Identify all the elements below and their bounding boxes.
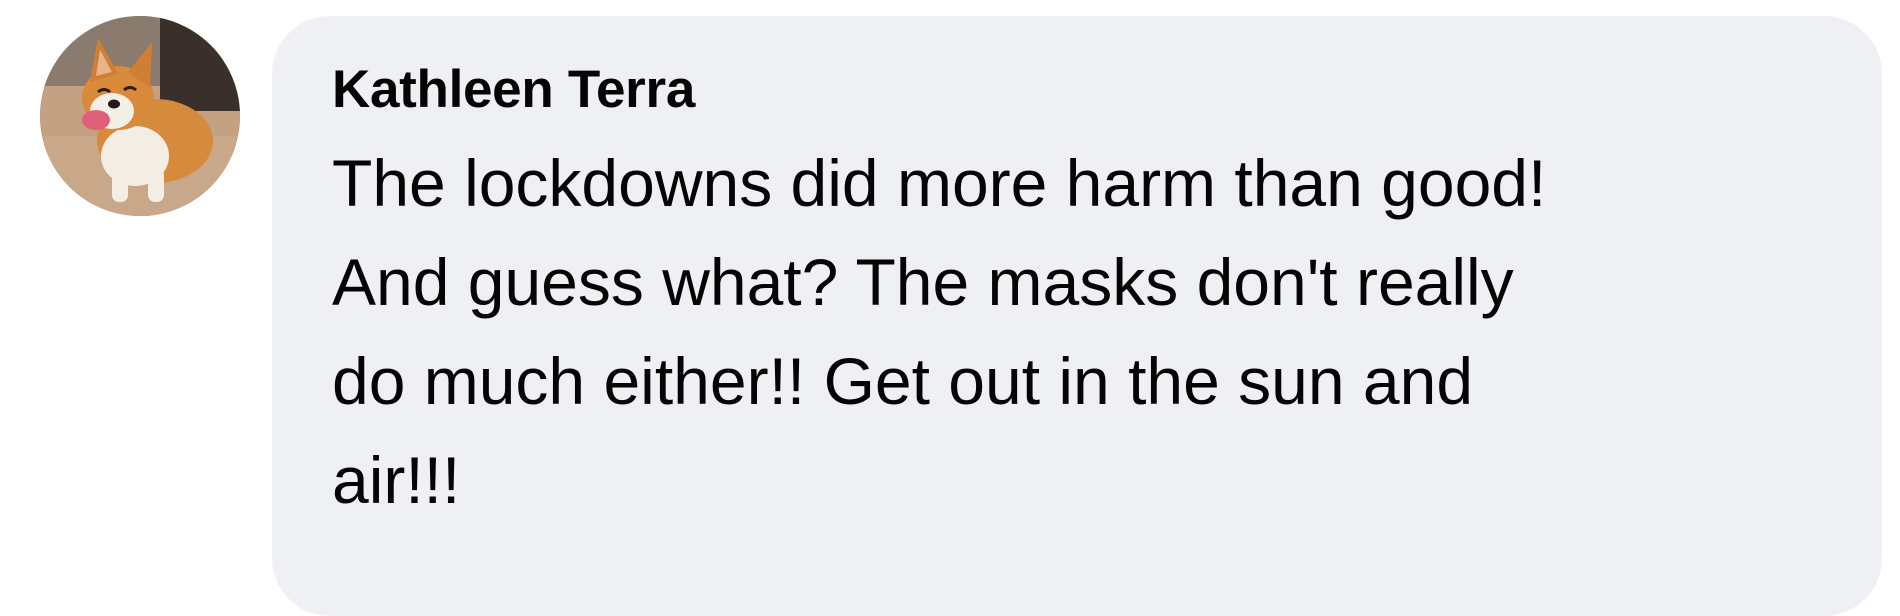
- comment-text: The lockdowns did more harm than good! A…: [332, 146, 1547, 517]
- corgi-avatar-icon: [40, 16, 240, 216]
- comment-author-name[interactable]: Kathleen Terra: [332, 58, 1852, 122]
- comment-bubble: Kathleen Terra The lockdowns did more ha…: [272, 16, 1882, 616]
- comment: Kathleen Terra The lockdowns did more ha…: [0, 0, 1900, 616]
- avatar[interactable]: [40, 16, 240, 216]
